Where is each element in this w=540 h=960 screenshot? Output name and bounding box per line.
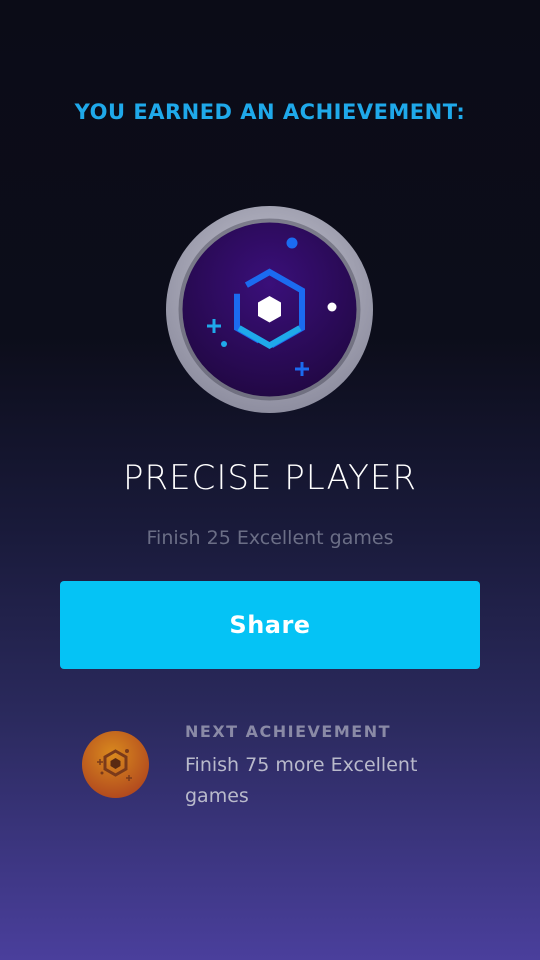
next-achievement-badge-icon [82,731,149,798]
share-button[interactable]: Share [60,581,480,669]
next-achievement-label: NEXT ACHIEVEMENT [185,722,392,741]
precise-player-badge-icon [166,206,373,413]
next-achievement-description: Finish 75 more Excellent games [185,754,418,807]
achievement-description: Finish 25 Excellent games [146,527,394,549]
achievement-title: PRECISE PLAYER [123,458,417,498]
achievement-earned-heading: YOU EARNED AN ACHIEVEMENT: [74,100,466,124]
